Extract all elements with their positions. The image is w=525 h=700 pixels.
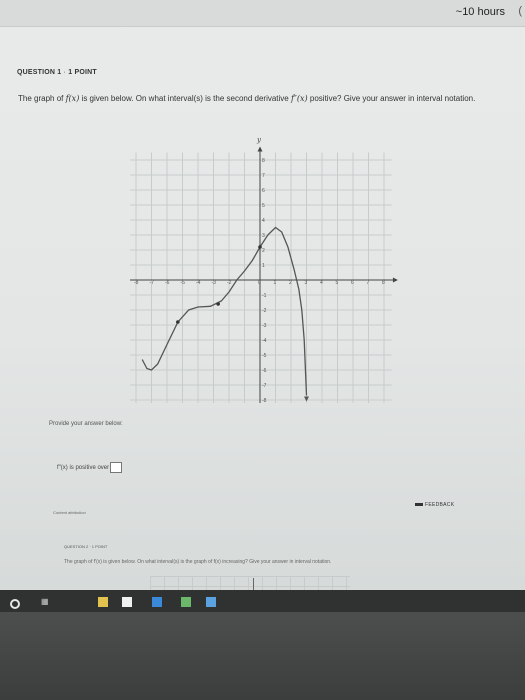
question-text-part1: The graph of — [18, 94, 66, 103]
y-tick-label: -8 — [262, 398, 267, 403]
question-text-part2: is given below. On what interval(s) is t… — [79, 94, 291, 103]
y-tick-label: 7 — [262, 173, 265, 179]
time-left-label: ~10 hours — [455, 6, 505, 18]
y-tick-label: -5 — [262, 353, 267, 359]
question2-text: The graph of f′(x) is given below. On wh… — [64, 559, 332, 565]
x-tick-label: 2 — [289, 280, 292, 286]
y-axis-arrow-up — [257, 146, 263, 152]
files-app-icon[interactable] — [98, 597, 108, 607]
answer-line: f″(x) is positive over — [57, 462, 123, 473]
x-tick-label: -2 — [227, 280, 232, 286]
graph-svg: xy-8-7-6-5-4-3-201234567887654321-1-2-3-… — [128, 136, 407, 414]
curve-point — [216, 302, 220, 306]
content-attribution-link[interactable]: Content attribution — [53, 510, 86, 515]
x-tick-label: -6 — [165, 280, 170, 286]
answer-prompt: Provide your answer below: — [49, 421, 123, 427]
x-tick-label: 1 — [274, 280, 277, 286]
taskbar — [0, 590, 525, 612]
curve-point — [258, 245, 262, 249]
x-tick-label: -3 — [212, 280, 217, 286]
browser-screen: ~10 hours ( QUESTION 1 · 1 POINT The gra… — [0, 0, 525, 612]
x-axis-arrow — [392, 277, 398, 283]
y-tick-label: -2 — [262, 308, 267, 314]
browser-app-icon[interactable] — [122, 597, 132, 607]
y-tick-label: 5 — [262, 203, 265, 209]
answer-input[interactable] — [110, 462, 123, 473]
feedback-icon — [415, 503, 423, 507]
y-tick-label: 4 — [262, 218, 265, 224]
y-tick-label: 2 — [262, 248, 265, 254]
answer-line-label: f″(x) is positive over — [57, 465, 110, 472]
question2-header: QUESTION 2 · 1 POINT — [64, 544, 108, 549]
y-axis-label: y — [256, 136, 262, 144]
function-fppx: f″(x) — [290, 94, 308, 103]
curve-point — [176, 320, 180, 324]
y-tick-label: -7 — [262, 383, 267, 389]
y-tick-label: -1 — [262, 293, 267, 299]
x-tick-label: 0 — [258, 280, 261, 286]
x-tick-label: 7 — [367, 280, 370, 286]
question-points: 1 POINT — [68, 69, 97, 76]
y-tick-label: -4 — [262, 338, 267, 344]
function-fx: f(x) — [65, 94, 80, 103]
mail-app-icon[interactable] — [152, 597, 162, 607]
x-tick-label: -8 — [134, 280, 139, 286]
y-tick-label: -6 — [262, 368, 267, 374]
desk-surface — [0, 612, 525, 700]
curve-end-arrow — [304, 396, 309, 402]
status-bar: ~10 hours ( — [0, 0, 525, 27]
feedback-label: FEEDBACK — [425, 502, 455, 508]
question-header: QUESTION 1 · 1 POINT — [17, 69, 97, 76]
x-tick-label: 8 — [382, 280, 385, 286]
y-tick-label: 3 — [262, 233, 265, 239]
x-tick-label: 4 — [320, 280, 323, 286]
y-tick-label: 8 — [262, 158, 265, 164]
function-graph: xy-8-7-6-5-4-3-201234567887654321-1-2-3-… — [128, 128, 407, 414]
x-tick-label: 5 — [336, 280, 339, 286]
y-tick-label: -3 — [262, 323, 267, 329]
question-text-part3: positive? Give your answer in interval n… — [307, 94, 476, 103]
docs-app-icon[interactable] — [206, 597, 216, 607]
x-tick-label: 6 — [351, 280, 354, 286]
y-tick-label: 6 — [262, 188, 265, 194]
task-view-icon[interactable]: ▦ — [41, 597, 51, 607]
question-text: The graph of f(x) is given below. On wha… — [18, 93, 513, 104]
y-tick-label: 1 — [262, 263, 265, 269]
x-tick-label: 3 — [305, 280, 308, 286]
launcher-icon[interactable] — [10, 599, 20, 609]
feedback-button[interactable]: FEEDBACK — [415, 502, 454, 508]
x-tick-label: -4 — [196, 280, 201, 286]
question-number: QUESTION 1 — [17, 69, 62, 76]
x-tick-label: -7 — [150, 280, 155, 286]
sheets-app-icon[interactable] — [181, 597, 191, 607]
x-tick-label: -5 — [181, 280, 186, 286]
edge-glyph: ( — [518, 5, 522, 17]
